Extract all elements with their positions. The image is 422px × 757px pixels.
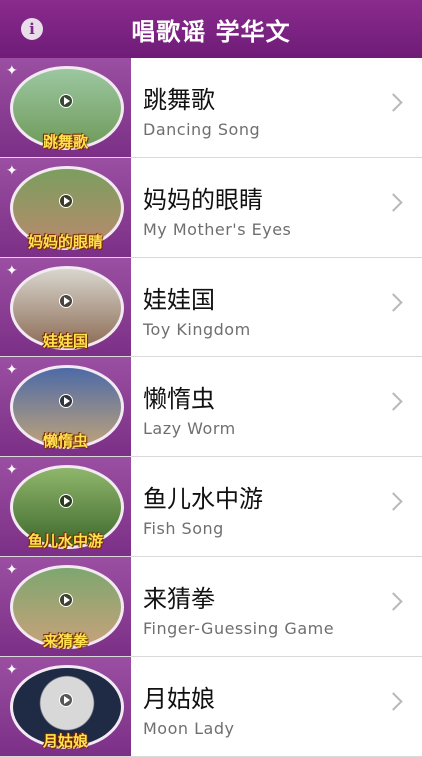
- thumbnail-caption: 娃娃国: [42, 332, 88, 351]
- sparkle-icon: ✦: [6, 63, 18, 79]
- list-item-finger-guessing-game[interactable]: ✦ 来猜拳 来猜拳 Finger-Guessing Game: [0, 556, 422, 657]
- song-subtitle: Fish Song: [143, 519, 224, 539]
- sparkle-icon: ✦: [6, 462, 18, 479]
- song-subtitle: Lazy Worm: [143, 419, 236, 439]
- chevron-right-icon: [384, 193, 403, 212]
- sparkle-icon: ✦: [6, 661, 18, 678]
- song-title: 娃娃国: [143, 285, 215, 314]
- song-subtitle: Moon Lady: [143, 718, 235, 738]
- thumbnail-finger-guessing-game[interactable]: ✦ 来猜拳: [0, 556, 131, 656]
- app-title: 唱歌谣 学华文: [131, 18, 291, 46]
- chevron-right-icon: [384, 392, 403, 412]
- song-title: 鱼儿水中游: [143, 485, 263, 514]
- thumbnail-my-mothers-eyes[interactable]: ✦ 妈妈的眼睛: [0, 157, 131, 257]
- song-title: 懒惰虫: [143, 385, 215, 414]
- thumbnail-toy-kingdom[interactable]: ✦ 娃娃国: [0, 257, 131, 357]
- song-title: 月姑娘: [143, 684, 215, 713]
- sparkle-icon: ✦: [6, 561, 18, 578]
- chevron-right-icon: [384, 492, 403, 511]
- play-icon: [58, 393, 73, 408]
- thumbnail-caption: 来猜拳: [42, 631, 88, 650]
- list-item-fish-song[interactable]: ✦ 鱼儿水中游 鱼儿水中游 Fish Song: [0, 457, 422, 557]
- song-title: 跳舞歌: [143, 86, 215, 114]
- thumbnail-caption: 懒惰虫: [42, 432, 88, 451]
- app-header: i 唱歌谣 学华文: [0, 0, 422, 58]
- chevron-right-icon: [384, 93, 403, 112]
- thumbnail-lazy-worm[interactable]: ✦ 懒惰虫: [0, 357, 131, 457]
- list-item-dancing-song[interactable]: ✦ 跳舞歌 跳舞歌 Dancing Song: [0, 58, 422, 158]
- play-icon: [58, 493, 73, 508]
- song-subtitle: Dancing Song: [143, 120, 261, 139]
- sparkle-icon: ✦: [6, 362, 18, 379]
- chevron-right-icon: [384, 592, 403, 611]
- song-subtitle: Toy Kingdom: [143, 319, 251, 339]
- play-icon: [58, 194, 73, 209]
- list-item-my-mothers-eyes[interactable]: ✦ 妈妈的眼睛 妈妈的眼睛 My Mother's Eyes: [0, 157, 422, 258]
- chevron-right-icon: [384, 692, 403, 711]
- list-item-toy-kingdom[interactable]: ✦ 娃娃国 娃娃国 Toy Kingdom: [0, 257, 422, 358]
- thumbnail-caption: 月姑娘: [42, 731, 88, 750]
- sparkle-icon: ✦: [6, 162, 18, 179]
- chevron-right-icon: [384, 292, 403, 312]
- thumbnail-moon-lady[interactable]: ✦ 月姑娘: [0, 656, 131, 756]
- song-subtitle: My Mother's Eyes: [143, 219, 292, 239]
- thumbnail-fish-song[interactable]: ✦ 鱼儿水中游: [0, 457, 131, 556]
- play-icon: [58, 693, 73, 708]
- play-icon: [58, 294, 73, 309]
- song-title: 来猜拳: [143, 584, 215, 613]
- list-item-lazy-worm[interactable]: ✦ 懒惰虫 懒惰虫 Lazy Worm: [0, 357, 422, 458]
- song-list: ✦ 跳舞歌 跳舞歌 Dancing Song ✦ 妈妈的眼睛 妈妈的眼睛 My …: [0, 58, 422, 757]
- song-subtitle: Finger-Guessing Game: [143, 618, 335, 638]
- thumbnail-caption: 跳舞歌: [42, 132, 88, 151]
- song-title: 妈妈的眼睛: [143, 185, 263, 214]
- list-item-moon-lady[interactable]: ✦ 月姑娘 月姑娘 Moon Lady: [0, 656, 422, 757]
- thumbnail-caption: 鱼儿水中游: [27, 531, 103, 550]
- thumbnail-caption: 妈妈的眼睛: [27, 232, 103, 251]
- sparkle-icon: ✦: [6, 262, 18, 279]
- thumbnail-dancing-song[interactable]: ✦ 跳舞歌: [0, 58, 131, 157]
- play-icon: [58, 94, 73, 109]
- play-icon: [58, 593, 73, 608]
